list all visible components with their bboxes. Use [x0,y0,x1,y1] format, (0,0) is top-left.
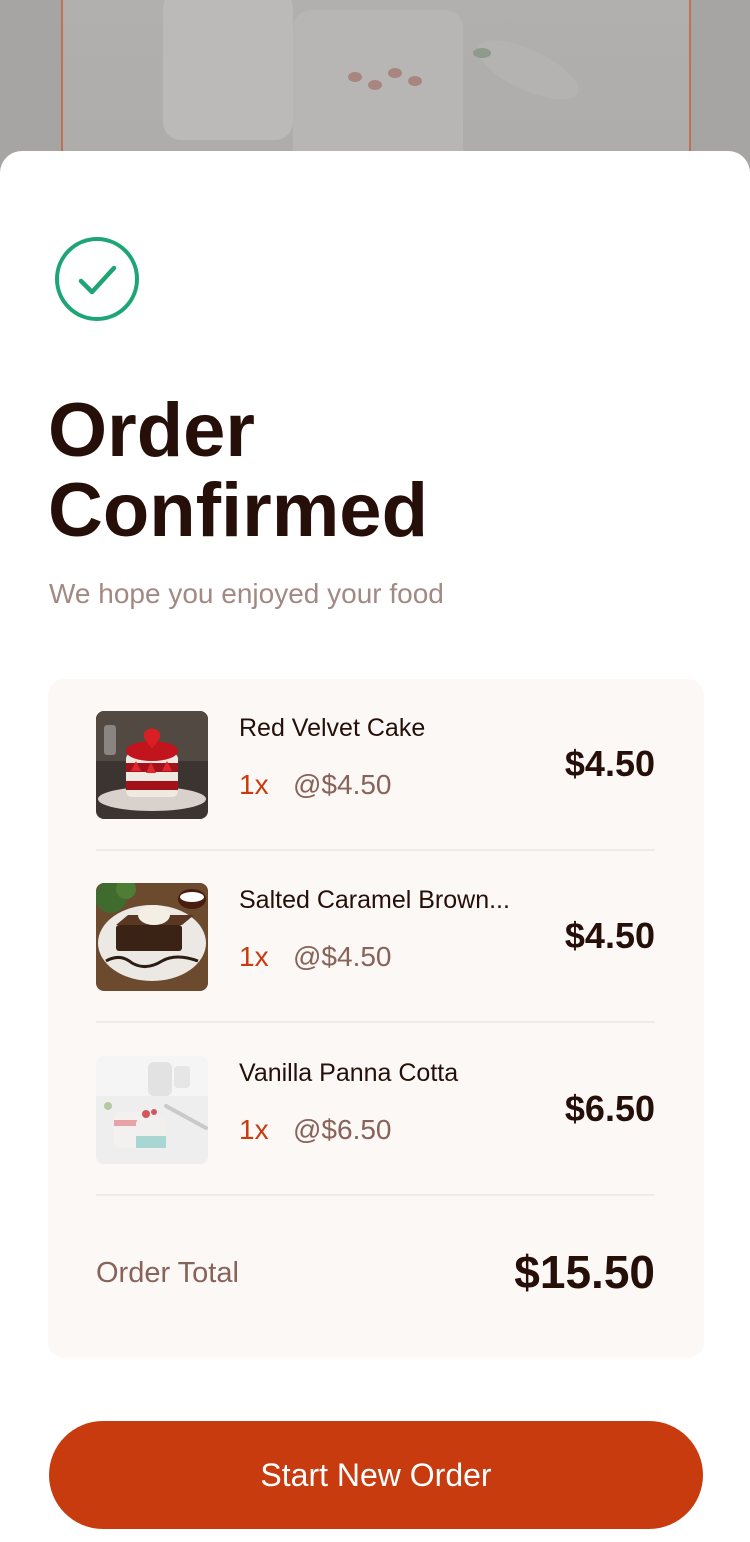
item-unit-price: @$6.50 [293,1114,392,1145]
item-total-price: $6.50 [564,1088,655,1129]
divider [96,1021,655,1023]
order-total-label: Order Total [96,1257,239,1289]
order-confirmed-modal: Order Confirmed We hope you enjoyed your… [0,151,750,1542]
start-new-order-button[interactable]: Start New Order [49,1421,703,1529]
order-summary-card: Red Velvet Cake 1x @$4.50 $4.50 Salted C… [48,679,704,1358]
item-quantity: 1x [239,769,269,800]
page-title: Order Confirmed [48,388,428,553]
item-name: Red Velvet Cake [239,714,426,742]
item-name: Salted Caramel Brown... [239,886,510,914]
item-quantity: 1x [239,1114,269,1145]
item-thumbnail-red-velvet-cake [96,711,208,819]
item-unit-price: @$4.50 [293,769,392,800]
order-total-value: $15.50 [514,1246,655,1298]
item-total-price: $4.50 [564,743,655,784]
item-total-price: $4.50 [564,915,655,956]
order-total-row: Order Total $15.50 [96,1245,655,1305]
order-item: Salted Caramel Brown... 1x @$4.50 $4.50 [96,851,655,1023]
item-name: Vanilla Panna Cotta [239,1059,459,1087]
order-item: Red Velvet Cake 1x @$4.50 $4.50 [96,679,655,851]
order-item: Vanilla Panna Cotta 1x @$6.50 $6.50 [96,1024,655,1196]
divider [96,1194,655,1196]
item-quantity: 1x [239,941,269,972]
item-unit-price: @$4.50 [293,941,392,972]
item-thumbnail-salted-caramel-brownie [96,883,208,991]
check-circle-icon [55,237,139,321]
item-thumbnail-vanilla-panna-cotta [96,1056,208,1164]
page-subtitle: We hope you enjoyed your food [49,578,444,609]
